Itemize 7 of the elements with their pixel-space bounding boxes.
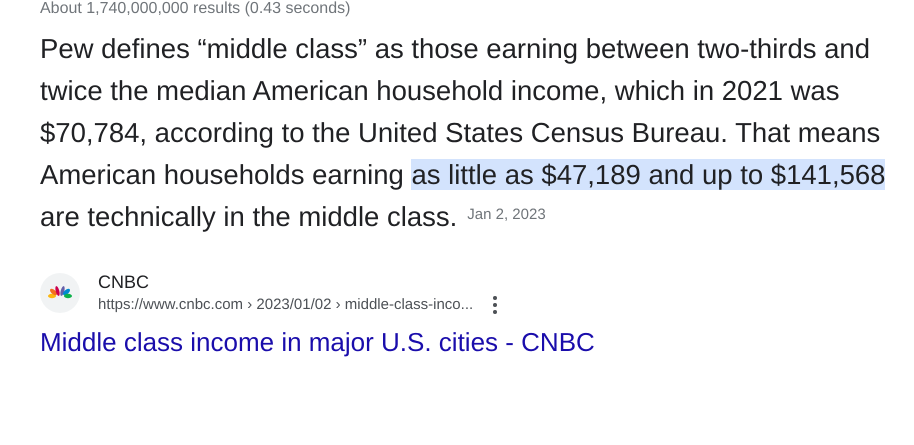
- peacock-logo-icon: [40, 273, 80, 313]
- more-options-icon[interactable]: [493, 296, 498, 314]
- result-title-link[interactable]: Middle class income in major U.S. cities - CNBC: [40, 326, 595, 358]
- site-url: https://www.cnbc.com › 2023/01/02 › middle-class-inco...: [98, 295, 474, 315]
- snippet-date: Jan 2, 2023: [467, 206, 546, 224]
- result-stats: About 1,740,000,000 results (0.43 seconds): [40, 0, 350, 18]
- site-name: CNBC: [98, 271, 150, 294]
